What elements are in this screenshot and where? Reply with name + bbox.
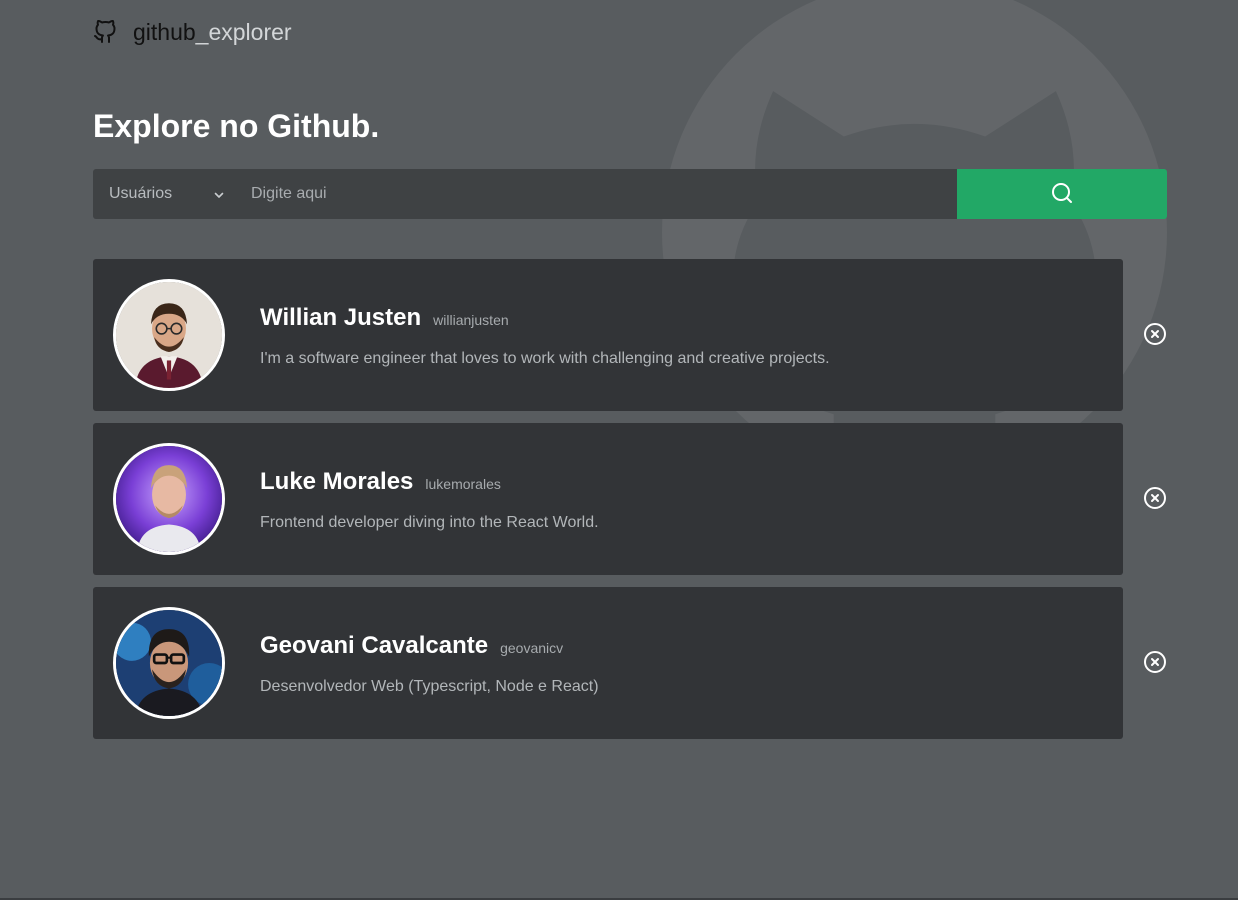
user-bio: Desenvolvedor Web (Typescript, Node e Re… xyxy=(260,678,599,695)
x-circle-icon xyxy=(1143,322,1167,346)
user-login: lukemorales xyxy=(425,476,501,492)
list-item: Luke Morales lukemorales Frontend develo… xyxy=(93,423,1167,575)
user-card[interactable]: Willian Justen willianjusten I'm a softw… xyxy=(93,259,1123,411)
search-type-label: Usuários xyxy=(109,185,173,202)
user-name: Geovani Cavalcante xyxy=(260,632,489,659)
app-title-primary: github xyxy=(133,19,196,45)
search-button[interactable] xyxy=(957,169,1167,219)
list-item: Geovani Cavalcante geovanicv Desenvolved… xyxy=(93,587,1167,739)
remove-user-button[interactable] xyxy=(1143,322,1167,346)
user-name-line: Willian Justen willianjusten xyxy=(260,303,830,333)
user-name: Willian Justen xyxy=(260,304,422,331)
user-list: Willian Justen willianjusten I'm a softw… xyxy=(93,259,1167,751)
app-title-secondary: _explorer xyxy=(195,19,292,45)
remove-user-button[interactable] xyxy=(1143,486,1167,510)
search-type-select[interactable]: Usuários xyxy=(93,169,237,219)
avatar xyxy=(113,443,225,555)
x-circle-icon xyxy=(1143,486,1167,510)
user-name: Luke Morales xyxy=(260,468,414,495)
avatar xyxy=(113,279,225,391)
search-icon xyxy=(1050,181,1074,208)
app-title: github_explorer xyxy=(133,18,292,46)
user-bio: Frontend developer diving into the React… xyxy=(260,514,599,531)
remove-user-button[interactable] xyxy=(1143,650,1167,674)
user-info: Luke Morales lukemorales Frontend develo… xyxy=(260,467,599,533)
chevron-down-icon xyxy=(213,188,225,200)
app-brand: github_explorer xyxy=(93,18,292,46)
github-icon xyxy=(93,19,117,44)
user-login: geovanicv xyxy=(500,640,564,656)
user-name-line: Geovani Cavalcante geovanicv xyxy=(260,631,599,661)
list-item: Willian Justen willianjusten I'm a softw… xyxy=(93,259,1167,411)
page-title: Explore no Github. xyxy=(93,108,380,144)
search-input[interactable] xyxy=(237,169,957,219)
user-login: willianjusten xyxy=(433,312,509,328)
search-form: Usuários xyxy=(93,169,1167,219)
x-circle-icon xyxy=(1143,650,1167,674)
user-name-line: Luke Morales lukemorales xyxy=(260,467,599,497)
user-card[interactable]: Luke Morales lukemorales Frontend develo… xyxy=(93,423,1123,575)
user-info: Willian Justen willianjusten I'm a softw… xyxy=(260,303,830,369)
user-card[interactable]: Geovani Cavalcante geovanicv Desenvolved… xyxy=(93,587,1123,739)
user-bio: I'm a software engineer that loves to wo… xyxy=(260,350,830,367)
user-info: Geovani Cavalcante geovanicv Desenvolved… xyxy=(260,631,599,697)
avatar xyxy=(113,607,225,719)
